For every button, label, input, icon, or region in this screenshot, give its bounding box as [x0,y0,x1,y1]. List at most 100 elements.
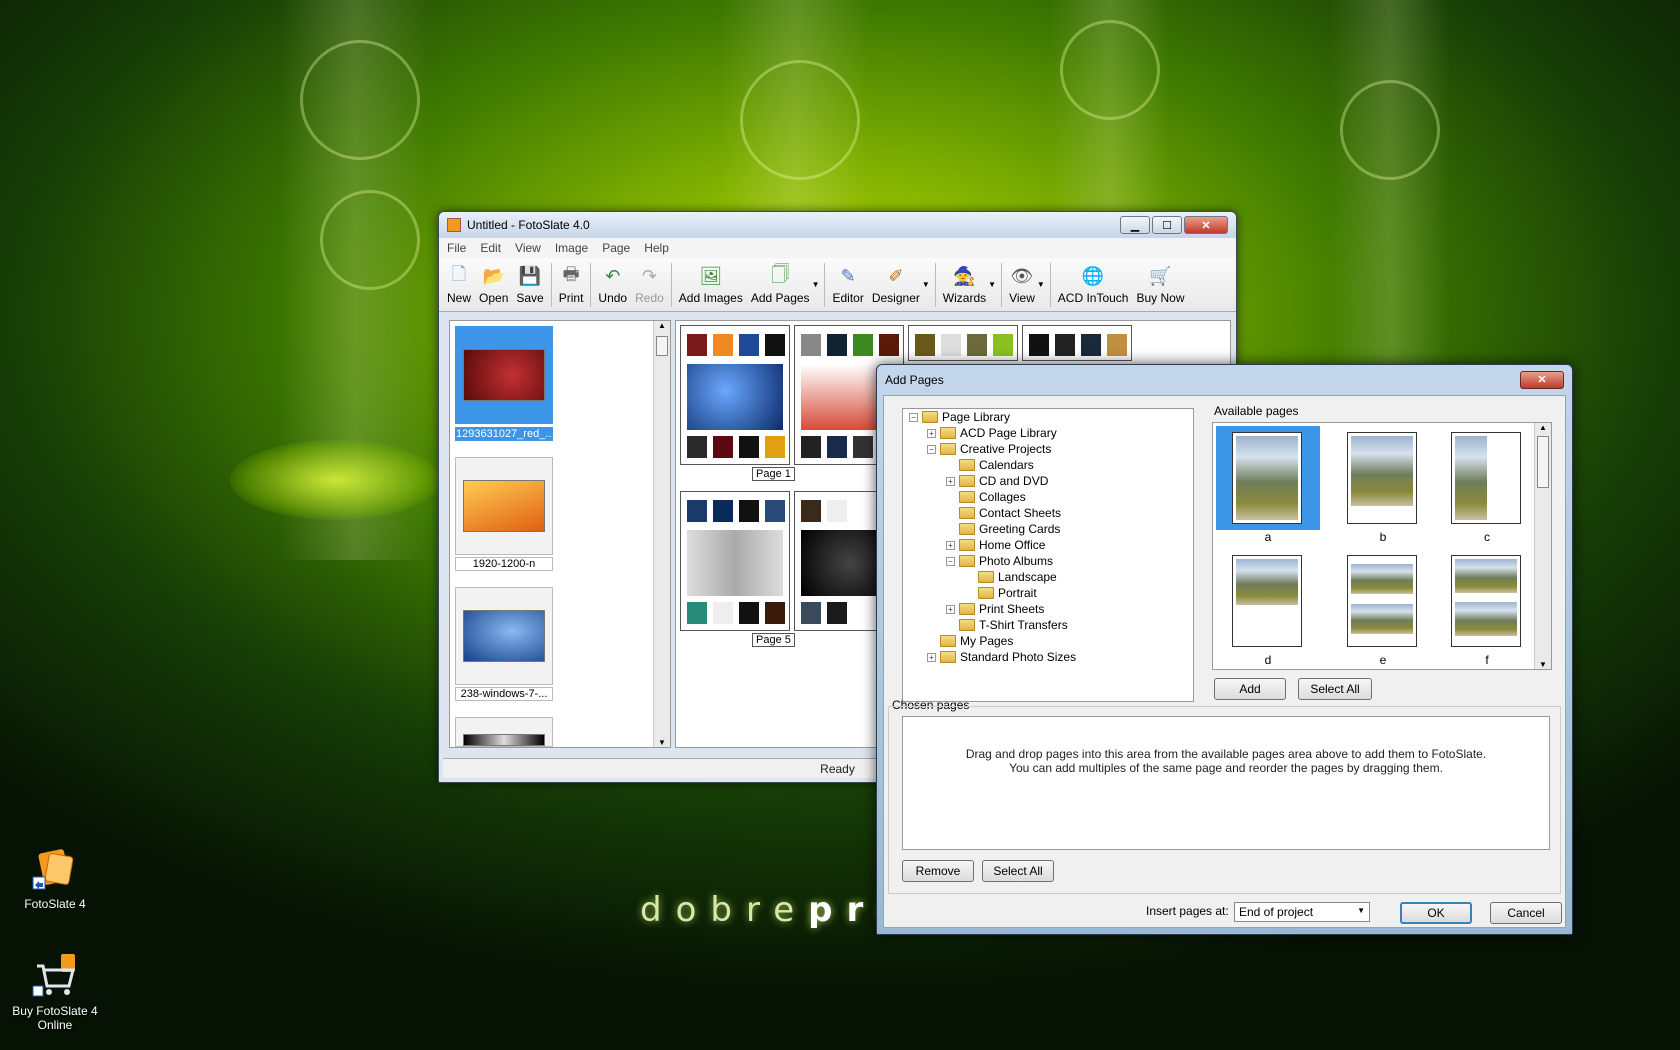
available-pages-list[interactable]: a b c d e f ▲ ▼ [1212,422,1552,670]
folder-icon [959,523,975,535]
available-page-c[interactable] [1435,426,1539,530]
select-all-chosen-button[interactable]: Select All [982,860,1054,882]
menu-page[interactable]: Page [602,241,630,255]
image-tray[interactable]: 1293631027_red_... 1920-1200-n 238-windo… [449,320,671,748]
tree-node-page-library[interactable]: − Page Library [909,409,1010,425]
tree-node-calendars[interactable]: Calendars [959,457,1034,473]
tree-node-landscape[interactable]: Landscape [978,569,1057,585]
scrollbar-thumb[interactable] [1537,436,1549,488]
photo-slot [713,334,733,356]
tree-node-home-office[interactable]: + Home Office [946,537,1045,553]
minimize-button[interactable]: ▁ [1120,216,1150,234]
ok-button[interactable]: OK [1400,902,1472,924]
photo-slot [993,334,1013,356]
chosen-pages-hint: Drag and drop pages into this area from … [965,747,1487,761]
available-page-d[interactable] [1216,549,1320,653]
tree-node-collages[interactable]: Collages [959,489,1026,505]
expand-icon[interactable]: + [927,428,936,438]
tree-node-portrait[interactable]: Portrait [978,585,1037,601]
tree-node-my-pages[interactable]: My Pages [940,633,1013,649]
tree-node-creative-projects[interactable]: − Creative Projects [927,441,1051,457]
window-titlebar[interactable]: Untitled - FotoSlate 4.0 ▁ ☐ ✕ [439,212,1236,238]
menu-file[interactable]: File [447,241,466,255]
tree-node-t-shirt-transfers[interactable]: T-Shirt Transfers [959,617,1068,633]
landscape-photo [1236,436,1298,520]
page-library-tree[interactable]: − Page Library + ACD Page Library − Creativ… [902,408,1194,702]
scroll-down-icon[interactable]: ▼ [1535,660,1551,669]
menu-image[interactable]: Image [555,241,588,255]
page-thumbnail[interactable] [680,491,790,631]
tree-node-greeting-cards[interactable]: Greeting Cards [959,521,1060,537]
insert-position-select[interactable]: End of project ▼ [1234,902,1370,922]
tree-node-cd-and-dvd[interactable]: + CD and DVD [946,473,1048,489]
view-dropdown-icon[interactable]: ▼ [1037,280,1045,289]
add-button[interactable]: Add [1214,678,1286,700]
menu-help[interactable]: Help [644,241,669,255]
redo-button[interactable]: ↷ Redo [631,263,668,307]
image-thumbnail[interactable] [455,326,553,424]
designer-dropdown-icon[interactable]: ▼ [922,280,930,289]
image-thumbnail[interactable] [455,717,553,747]
undo-button[interactable]: ↶ Undo [594,263,631,307]
available-page-f[interactable] [1435,549,1539,653]
tree-node-contact-sheets[interactable]: Contact Sheets [959,505,1061,521]
tree-node-print-sheets[interactable]: + Print Sheets [946,601,1044,617]
folder-icon [959,619,975,631]
tree-node-standard-photo-sizes[interactable]: + Standard Photo Sizes [927,649,1076,665]
scroll-up-icon[interactable]: ▲ [1535,423,1551,432]
collapse-icon[interactable]: − [946,556,955,566]
add-pages-dropdown-icon[interactable]: ▼ [812,280,820,289]
dialog-close-button[interactable]: ✕ [1520,371,1564,389]
scrollbar-thumb[interactable] [656,336,668,356]
menu-view[interactable]: View [515,241,541,255]
page-thumbnail[interactable] [1022,325,1132,361]
tree-node-acd-page-library[interactable]: + ACD Page Library [927,425,1057,441]
wizards-button[interactable]: 🧙 Wizards [939,263,990,307]
print-button[interactable]: 🖶 Print [555,263,588,307]
expand-icon[interactable]: + [927,652,936,662]
add-pages-button[interactable]: 🗍 Add Pages [747,263,814,307]
expand-icon[interactable]: + [946,540,955,550]
buy-now-button[interactable]: 🛒 Buy Now [1132,263,1188,307]
scroll-up-icon[interactable]: ▲ [654,321,670,330]
wizards-dropdown-icon[interactable]: ▼ [988,280,996,289]
maximize-button[interactable]: ☐ [1152,216,1182,234]
collapse-icon[interactable]: − [909,412,918,422]
page-layout-preview [1347,432,1417,524]
add-images-button[interactable]: 🖼 Add Images [675,263,747,307]
image-thumbnail[interactable] [455,457,553,555]
desktop-icon-fotoslate[interactable]: FotoSlate 4 [5,845,105,911]
designer-button[interactable]: ✐ Designer [868,263,924,307]
swirl-decoration [1340,80,1440,180]
collapse-icon[interactable]: − [927,444,936,454]
open-button[interactable]: 📂 Open [475,263,512,307]
folder-icon [959,555,975,567]
available-page-b[interactable] [1331,426,1435,530]
expand-icon[interactable]: + [946,476,955,486]
select-all-available-button[interactable]: Select All [1298,678,1372,700]
dialog-titlebar[interactable]: Add Pages ✕ [877,365,1572,395]
close-button[interactable]: ✕ [1184,216,1228,234]
view-button[interactable]: 👁 View [1005,263,1039,307]
photo-slot [687,602,707,624]
landscape-photo [1351,604,1413,634]
new-button[interactable]: 🗋 New [443,263,475,307]
expand-icon[interactable]: + [946,604,955,614]
save-button[interactable]: 💾 Save [512,263,547,307]
scroll-down-icon[interactable]: ▼ [654,738,670,747]
page-thumbnail[interactable] [908,325,1018,361]
image-tray-scrollbar[interactable]: ▲ ▼ [653,321,670,747]
available-pages-scrollbar[interactable]: ▲ ▼ [1534,423,1551,669]
cancel-button[interactable]: Cancel [1490,902,1562,924]
available-page-a[interactable] [1216,426,1320,530]
image-thumbnail[interactable] [455,587,553,685]
chosen-pages-drop-area[interactable]: Drag and drop pages into this area from … [902,716,1550,850]
page-thumbnail[interactable] [680,325,790,465]
editor-button[interactable]: ✎ Editor [828,263,867,307]
tree-node-photo-albums[interactable]: − Photo Albums [946,553,1053,569]
available-page-e[interactable] [1331,549,1435,653]
desktop-icon-buy-fotoslate[interactable]: Buy FotoSlate 4 Online [5,952,105,1032]
acd-intouch-button[interactable]: 🌐 ACD InTouch [1054,263,1133,307]
menu-edit[interactable]: Edit [480,241,501,255]
remove-button[interactable]: Remove [902,860,974,882]
